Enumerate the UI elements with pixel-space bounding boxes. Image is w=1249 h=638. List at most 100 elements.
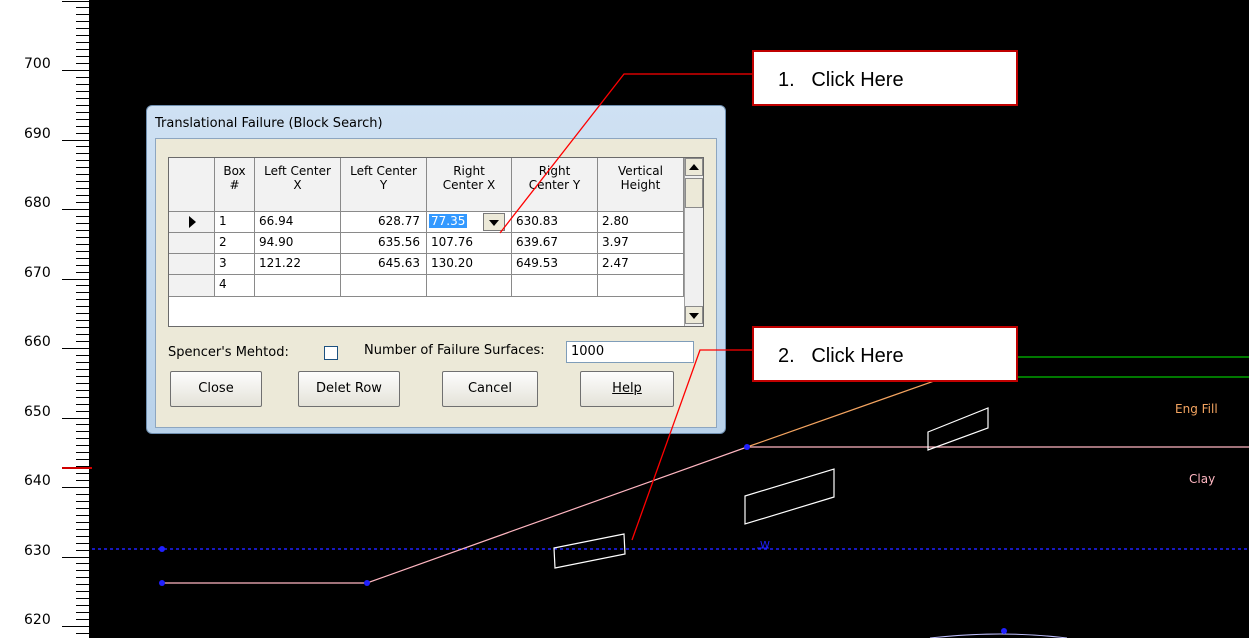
ruler-tick (76, 118, 90, 120)
ruler-tick (76, 63, 90, 65)
cell-vertical-height[interactable]: 3.97 (598, 233, 684, 254)
ruler-tick (76, 132, 90, 134)
ruler-tick (62, 70, 90, 71)
cell-right-center-x[interactable]: 107.76 (427, 233, 512, 254)
row-selector[interactable] (169, 254, 215, 275)
ruler-tick (76, 250, 90, 252)
ruler-tick (76, 396, 90, 398)
ruler-tick (76, 424, 90, 426)
cancel-button[interactable]: Cancel (442, 371, 538, 407)
soil-label-eng-fill: Eng Fill (1175, 402, 1218, 416)
cell-right-center-x[interactable]: 130.20 (427, 254, 512, 275)
elevation-ruler: 700 690 680 670 660 650 640 630 620 (0, 0, 92, 638)
ruler-tick (76, 174, 90, 176)
ruler-tick (76, 438, 90, 440)
callout-click-here-1: 1. Click Here (752, 50, 1018, 106)
ruler-tick (76, 90, 90, 92)
ruler-tick (76, 215, 90, 217)
ruler-tick (76, 493, 90, 495)
ruler-tick (62, 417, 90, 419)
ruler-tick (62, 626, 90, 627)
ruler-tick (76, 375, 90, 377)
ruler-tick (76, 598, 90, 600)
failure-surfaces-input[interactable]: 1000 (566, 341, 694, 363)
column-header-right-center-x: Right Center X (427, 158, 512, 212)
ruler-tick (76, 535, 90, 537)
cell-right-center-y[interactable]: 639.67 (512, 233, 598, 254)
ruler-tick (62, 278, 90, 280)
help-button[interactable]: Help (580, 371, 674, 407)
block-search-grid[interactable]: Box # Left Center X Left Center Y Right Cent… (168, 157, 704, 327)
ruler-tick (76, 368, 90, 370)
cell-box[interactable]: 3 (215, 254, 255, 275)
ruler-label: 700 (24, 56, 51, 72)
cell-left-center-y[interactable]: 645.63 (341, 254, 427, 275)
ruler-tick (76, 542, 90, 544)
cell-vertical-height[interactable]: 2.47 (598, 254, 684, 275)
row-selector[interactable] (169, 233, 215, 254)
cell-vertical-height[interactable] (598, 275, 684, 297)
row-selector[interactable] (169, 212, 215, 233)
ruler-tick (76, 507, 90, 509)
ruler-label: 620 (24, 612, 51, 628)
ground-surface-line (162, 446, 1249, 584)
cell-vertical-height[interactable]: 2.80 (598, 212, 684, 233)
column-header-left-center-y: Left Center Y (341, 158, 427, 212)
spencer-method-checkbox[interactable] (324, 346, 338, 360)
failure-block-3 (927, 407, 989, 451)
delete-row-button[interactable]: Delet Row (298, 371, 400, 407)
ruler-tick (76, 271, 90, 273)
cell-dropdown-button[interactable] (483, 213, 505, 231)
ruler-tick (76, 473, 90, 475)
grid-scrollbar[interactable] (684, 158, 703, 326)
ruler-tick (76, 612, 90, 614)
ruler-tick (76, 500, 90, 502)
surface-point (364, 580, 370, 586)
ruler-tick (62, 487, 90, 488)
ruler-tick (76, 111, 90, 113)
cell-left-center-x[interactable]: 66.94 (255, 212, 341, 233)
cell-left-center-y[interactable]: 628.77 (341, 212, 427, 233)
scroll-down-button[interactable] (685, 306, 703, 324)
ruler-tick (76, 236, 90, 238)
cell-left-center-x[interactable]: 121.22 (255, 254, 341, 275)
cell-left-center-y[interactable]: 635.56 (341, 233, 427, 254)
cell-box[interactable]: 1 (215, 212, 255, 233)
close-button[interactable]: Close (170, 371, 262, 407)
cell-right-center-y[interactable]: 649.53 (512, 254, 598, 275)
cell-box[interactable]: 4 (215, 275, 255, 297)
ruler-tick (76, 354, 90, 356)
translational-failure-dialog: Translational Failure (Block Search) Box… (146, 105, 726, 434)
failure-surfaces-label: Number of Failure Surfaces: (364, 343, 545, 358)
cell-right-center-x[interactable] (427, 275, 512, 297)
cell-left-center-x[interactable] (255, 275, 341, 297)
ruler-tick (76, 341, 90, 343)
ruler-tick (76, 104, 90, 106)
row-selector[interactable] (169, 275, 215, 297)
cell-right-center-y[interactable] (512, 275, 598, 297)
ruler-tick (76, 188, 90, 190)
cell-left-center-x[interactable]: 94.90 (255, 233, 341, 254)
soil-label-clay: Clay (1189, 472, 1216, 486)
cell-right-center-x-editing[interactable]: 77.35 (427, 212, 512, 233)
ruler-tick (76, 431, 90, 433)
ruler-tick (76, 257, 90, 259)
ruler-tick (76, 382, 90, 384)
scroll-thumb[interactable] (685, 178, 703, 208)
scroll-up-button[interactable] (685, 158, 703, 176)
cell-left-center-y[interactable] (341, 275, 427, 297)
ruler-tick (76, 181, 90, 183)
ruler-tick (76, 452, 90, 454)
ruler-tick (76, 195, 90, 197)
ruler-tick (62, 556, 90, 558)
cell-right-center-y[interactable]: 630.83 (512, 212, 598, 233)
ruler-tick (62, 348, 90, 349)
column-header-left-center-x: Left Center X (255, 158, 341, 212)
cell-box[interactable]: 2 (215, 233, 255, 254)
ruler-tick (76, 570, 90, 572)
right-center-x-selected-value[interactable]: 77.35 (429, 214, 468, 228)
water-point (159, 546, 165, 552)
ruler-tick (76, 361, 90, 363)
surface-point (744, 444, 750, 450)
grid-corner (169, 158, 215, 212)
